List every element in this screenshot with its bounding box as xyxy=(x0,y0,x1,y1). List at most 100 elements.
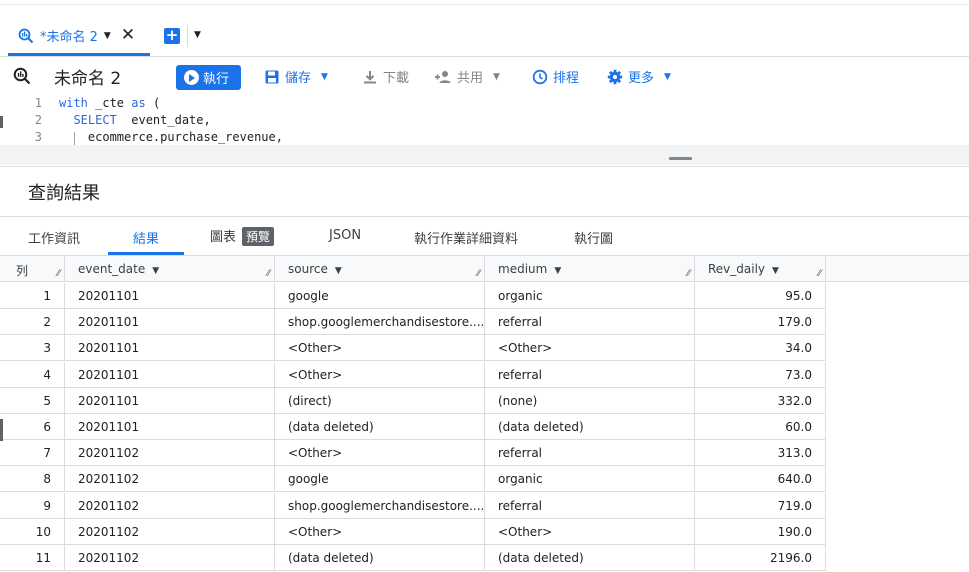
chevron-down-icon: ▼ xyxy=(321,71,328,82)
row-number: 3 xyxy=(0,335,65,362)
tab-execution-details[interactable]: 執行作業詳細資料 xyxy=(414,228,518,247)
gear-icon xyxy=(607,69,623,84)
cell-medium: (data deleted) xyxy=(485,545,695,571)
gutter-marker xyxy=(0,419,3,441)
share-button[interactable]: 共用 ▼ xyxy=(434,67,500,86)
row-number: 7 xyxy=(0,440,65,467)
cell-event-date: 20201102 xyxy=(65,545,275,571)
column-header-label: source xyxy=(288,262,328,276)
code-text: ecommerce.purchase_revenue, xyxy=(59,130,283,144)
tab-title: *未命名 2 xyxy=(40,30,98,45)
schedule-button[interactable]: 排程 xyxy=(532,67,579,86)
editor-toolbar: 未命名 2 執行 儲存 ▼ 下載 共用 ▼ 排程 更多 ▼ xyxy=(0,58,969,94)
cell-event-date: 20201102 xyxy=(65,440,275,467)
cell-source: <Other> xyxy=(275,440,485,467)
cell-rev-daily: 95.0 xyxy=(695,283,826,309)
row-number: 1 xyxy=(0,283,65,309)
cell-medium: organic xyxy=(485,466,695,493)
cell-medium: (none) xyxy=(485,387,695,414)
cell-medium: referral xyxy=(485,361,695,388)
indent-guide xyxy=(74,132,75,145)
cell-event-date: 20201101 xyxy=(65,414,275,440)
row-number: 4 xyxy=(0,361,65,388)
row-number: 11 xyxy=(0,545,65,571)
resize-grip-icon[interactable]: ⁄⁄ xyxy=(267,269,270,279)
add-person-icon xyxy=(435,70,451,83)
chevron-down-icon[interactable]: ▼ xyxy=(152,266,159,276)
tab-json[interactable]: JSON xyxy=(329,228,361,243)
resize-grip-icon[interactable]: ⁄⁄ xyxy=(57,269,60,279)
column-header-label: Rev_daily xyxy=(708,262,766,276)
clock-icon xyxy=(532,69,548,84)
cell-source: shop.googlemerchandisestore.... xyxy=(275,309,485,336)
sql-editor[interactable]: 1 with _cte as ( 2 SELECT event_date, 3 … xyxy=(0,96,969,145)
top-divider xyxy=(0,4,969,5)
cell-rev-daily: 179.0 xyxy=(695,309,826,336)
resize-grip-icon[interactable]: ⁄⁄ xyxy=(477,269,480,279)
cell-rev-daily: 640.0 xyxy=(695,466,826,493)
column-header-label: medium xyxy=(498,262,548,276)
cell-medium: referral xyxy=(485,440,695,467)
download-button[interactable]: 下載 xyxy=(362,67,409,86)
cell-source: (data deleted) xyxy=(275,414,485,440)
column-header-row[interactable]: 列 ⁄⁄ xyxy=(0,255,65,282)
download-icon xyxy=(364,70,376,83)
save-button[interactable]: 儲存 ▼ xyxy=(264,67,328,86)
cell-rev-daily: 73.0 xyxy=(695,361,826,388)
save-label: 儲存 xyxy=(285,71,312,86)
cell-medium: (data deleted) xyxy=(485,414,695,440)
chevron-down-icon[interactable]: ▼ xyxy=(104,31,111,41)
cell-rev-daily: 719.0 xyxy=(695,492,826,519)
cell-rev-daily: 332.0 xyxy=(695,387,826,414)
cell-source: (direct) xyxy=(275,387,485,414)
line-number: 1 xyxy=(34,96,42,110)
cell-rev-daily: 34.0 xyxy=(695,335,826,362)
tab-untitled-query[interactable]: *未命名 2 ▼ ✕ xyxy=(8,18,150,56)
editor-footer xyxy=(0,145,969,165)
column-header-event-date[interactable]: event_date ▼ ⁄⁄ xyxy=(65,255,275,282)
add-tab-icon[interactable]: + xyxy=(164,28,180,44)
cell-source: google xyxy=(275,283,485,309)
cell-source: <Other> xyxy=(275,361,485,388)
chevron-down-icon: ▼ xyxy=(664,71,671,82)
column-header-medium[interactable]: medium ▼ ⁄⁄ xyxy=(485,255,695,282)
results-tabs: 工作資訊 結果 圖表 預覽 JSON 執行作業詳細資料 執行圖 xyxy=(0,217,969,255)
cell-rev-daily: 60.0 xyxy=(695,414,826,440)
code-text: with _cte as ( xyxy=(59,96,160,110)
code-text: SELECT event_date, xyxy=(59,113,211,127)
code-segment: ( xyxy=(145,96,161,110)
column-header-source[interactable]: source ▼ ⁄⁄ xyxy=(275,255,485,282)
resize-grip-icon[interactable]: ⁄⁄ xyxy=(687,269,690,279)
cell-event-date: 20201102 xyxy=(65,492,275,519)
editor-line: 2 SELECT event_date, xyxy=(0,113,969,130)
more-label: 更多 xyxy=(628,71,655,86)
keyword: with xyxy=(59,96,88,110)
column-header-rev-daily[interactable]: Rev_daily ▼ ⁄⁄ xyxy=(695,255,826,282)
row-number: 6 xyxy=(0,414,65,440)
play-icon xyxy=(184,70,199,85)
tab-execution-graph[interactable]: 執行圖 xyxy=(574,228,613,247)
close-icon[interactable]: ✕ xyxy=(121,27,135,44)
resize-grip-icon[interactable]: ⁄⁄ xyxy=(818,269,821,279)
cell-event-date: 20201101 xyxy=(65,309,275,336)
header-filler xyxy=(826,255,969,282)
row-number: 8 xyxy=(0,466,65,493)
column-header-text: event_date ▼ xyxy=(78,262,159,276)
chevron-down-icon[interactable]: ▼ xyxy=(335,266,342,276)
cell-medium: <Other> xyxy=(485,518,695,545)
chevron-down-icon[interactable]: ▼ xyxy=(194,30,201,40)
editor-line: 1 with _cte as ( xyxy=(0,96,969,113)
cell-rev-daily: 313.0 xyxy=(695,440,826,467)
more-button[interactable]: 更多 ▼ xyxy=(607,67,671,86)
tab-chart[interactable]: 圖表 預覽 xyxy=(210,226,275,246)
run-button[interactable]: 執行 xyxy=(176,65,241,90)
code-segment: event_date, xyxy=(116,113,211,127)
tab-results[interactable]: 結果 xyxy=(133,228,159,247)
tab-job-info[interactable]: 工作資訊 xyxy=(28,228,80,247)
resize-handle[interactable] xyxy=(669,157,692,160)
cell-medium: <Other> xyxy=(485,335,695,362)
chevron-down-icon[interactable]: ▼ xyxy=(554,266,561,276)
cell-source: shop.googlemerchandisestore.... xyxy=(275,492,485,519)
chevron-down-icon[interactable]: ▼ xyxy=(772,266,779,276)
results-title: 查詢結果 xyxy=(28,183,100,204)
